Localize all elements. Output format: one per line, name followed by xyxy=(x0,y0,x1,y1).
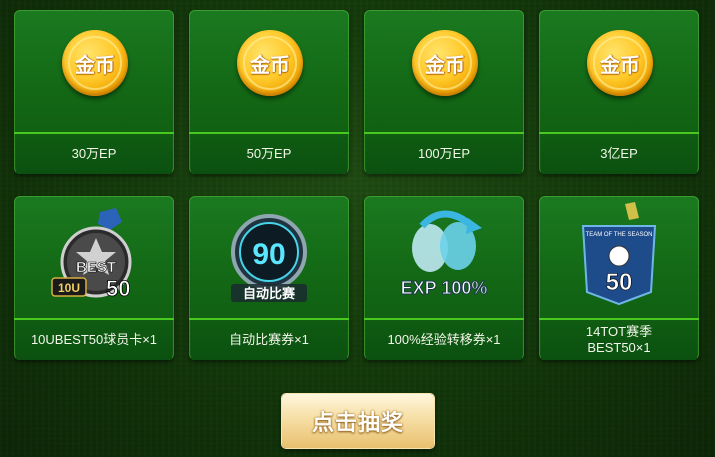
reward-card-3yi-ep[interactable]: 金币 3亿EP xyxy=(539,10,699,174)
reward-art: 金币 xyxy=(14,10,174,132)
reward-card-30w-ep[interactable]: 金币 30万EP xyxy=(14,10,174,174)
auto-match-ticket-icon: 90 自动比赛 xyxy=(231,214,307,302)
reward-label: 100万EP xyxy=(366,134,522,174)
reward-label: 100%经验转移券×1 xyxy=(366,320,522,360)
gold-coin-icon: 金币 xyxy=(62,30,128,96)
reward-card-50w-ep[interactable]: 金币 50万EP xyxy=(189,10,349,174)
reward-art: 90 自动比赛 xyxy=(189,196,349,318)
best-text: BEST xyxy=(76,259,116,276)
gold-coin-icon: 金币 xyxy=(587,30,653,96)
reward-card-exp-transfer[interactable]: EXP 100% 100%经验转移券×1 xyxy=(364,196,524,360)
reward-label: 50万EP xyxy=(191,134,347,174)
tot-season-card-icon: TEAM OF THE SEASON 50 xyxy=(581,202,657,306)
reward-label: 3亿EP xyxy=(541,134,697,174)
gold-coin-icon: 金币 xyxy=(237,30,303,96)
reward-card-best50-player[interactable]: BEST 10U 50 10UBEST50球员卡×1 xyxy=(14,196,174,360)
auto-match-caption: 自动比赛 xyxy=(243,286,296,301)
gold-coin-icon: 金币 xyxy=(412,30,478,96)
reward-art: BEST 10U 50 xyxy=(14,196,174,318)
exp-transfer-ticket-icon: EXP 100% xyxy=(400,210,488,299)
reward-art: 金币 xyxy=(189,10,349,132)
reward-card-100w-ep[interactable]: 金币 100万EP xyxy=(364,10,524,174)
reward-label-line2: BEST50×1 xyxy=(587,340,651,355)
rating-number: 50 xyxy=(106,276,130,301)
reward-art: TEAM OF THE SEASON 50 xyxy=(539,196,699,318)
reward-label-line1: 14TOT赛季 xyxy=(585,324,653,339)
reward-label: 10UBEST50球员卡×1 xyxy=(16,320,172,360)
exp-text: EXP 100% xyxy=(401,278,488,298)
reward-card-auto-match[interactable]: 90 自动比赛 自动比赛券×1 xyxy=(189,196,349,360)
reward-card-14tot-best50[interactable]: TEAM OF THE SEASON 50 14TOT赛季 BEST50×1 xyxy=(539,196,699,360)
best-player-card-icon: BEST 10U 50 xyxy=(51,208,132,301)
reward-art: 金币 xyxy=(364,10,524,132)
reward-label: 30万EP xyxy=(16,134,172,174)
reward-art: EXP 100% xyxy=(364,196,524,318)
badge-10u: 10U xyxy=(58,281,80,295)
reward-label: 14TOT赛季 BEST50×1 xyxy=(541,320,697,360)
tot-caption: TEAM OF THE SEASON xyxy=(586,232,653,238)
minutes-text: 90 xyxy=(252,238,285,271)
reward-label: 自动比赛券×1 xyxy=(191,320,347,360)
draw-button[interactable]: 点击抽奖 xyxy=(282,394,434,448)
rating-number: 50 xyxy=(606,269,633,296)
reward-art: 金币 xyxy=(539,10,699,132)
